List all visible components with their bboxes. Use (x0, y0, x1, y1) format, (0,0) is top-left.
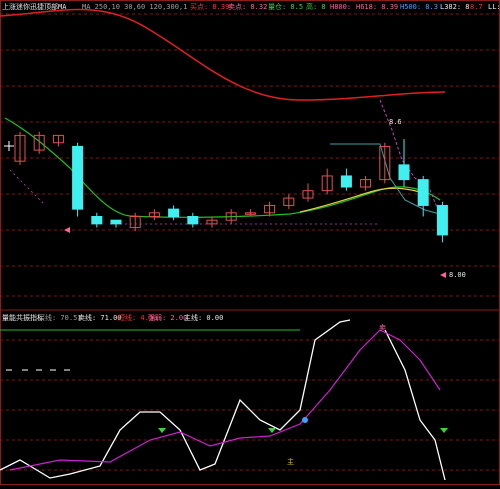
candle-body (110, 219, 122, 225)
header-label-c: 量仓: 8.5 (268, 3, 304, 11)
indicator-v1: 买线: 70.51 (38, 314, 82, 322)
header-label-g: H500: 8.3 (400, 3, 438, 11)
indicator-v5: 主线: 0.00 (184, 314, 224, 322)
header-label-h: L382: 8 (440, 3, 470, 11)
markers (4, 141, 448, 433)
indicator-v4: 强弱: 2.00 (148, 314, 188, 322)
candle-body (91, 216, 103, 225)
chart-canvas[interactable] (0, 0, 500, 485)
header-label-j: LL: 8 (488, 3, 500, 11)
price-marker-label: 8.00 (449, 271, 466, 279)
indicator-bottom-marker: 主 (287, 458, 294, 466)
header-label-i: 8.7 (470, 3, 483, 11)
long-ma-curve (0, 8, 446, 101)
header-label-a: 买点: 8.39 (190, 3, 230, 11)
indicator-curves (0, 8, 446, 225)
indicator-v2: 卖线: 71.00 (78, 314, 122, 322)
header-label-e: H800: (330, 3, 352, 11)
header-label-f: H618: 8.39 (356, 3, 399, 11)
candle-body (417, 179, 429, 206)
candle-body (187, 216, 199, 225)
left-dotted-line (9, 169, 46, 206)
down-arrow-icon (440, 428, 448, 433)
candlesticks (14, 131, 448, 243)
signal-dot-icon (302, 417, 308, 423)
stock-chart-window: 上涨迷你迅捷顶部MA MA 250,10 30,60 120,300,1 买点:… (0, 0, 500, 485)
chart-frame (0, 0, 500, 485)
candle-body (436, 204, 448, 236)
indicator-white-line-right (384, 329, 446, 481)
candle-body (398, 164, 410, 181)
ma-green-line (4, 117, 441, 218)
chart-title: 上涨迷你迅捷顶部MA (2, 3, 67, 11)
candle-body (340, 175, 352, 188)
indicator-magenta-line (9, 329, 441, 471)
header-label-b: 卖点: 8.32 (228, 3, 268, 11)
indicator-sell-marker: 卖 (379, 324, 386, 332)
low-pointer-icon (64, 227, 70, 233)
lower-panel-lines (0, 319, 446, 481)
grid-lines (0, 0, 500, 485)
price-annotation: 8.6 (389, 118, 402, 126)
down-arrow-icon (158, 428, 166, 433)
price-pointer-icon (440, 272, 446, 278)
indicator-white-line (0, 319, 351, 479)
ma-params: MA 250,10 30,60 120,300,1 (82, 3, 188, 11)
candle-body (72, 145, 84, 210)
down-arrow-icon (268, 428, 276, 433)
candle-body (168, 208, 180, 217)
header-label-d: 高: 8 (306, 3, 326, 11)
